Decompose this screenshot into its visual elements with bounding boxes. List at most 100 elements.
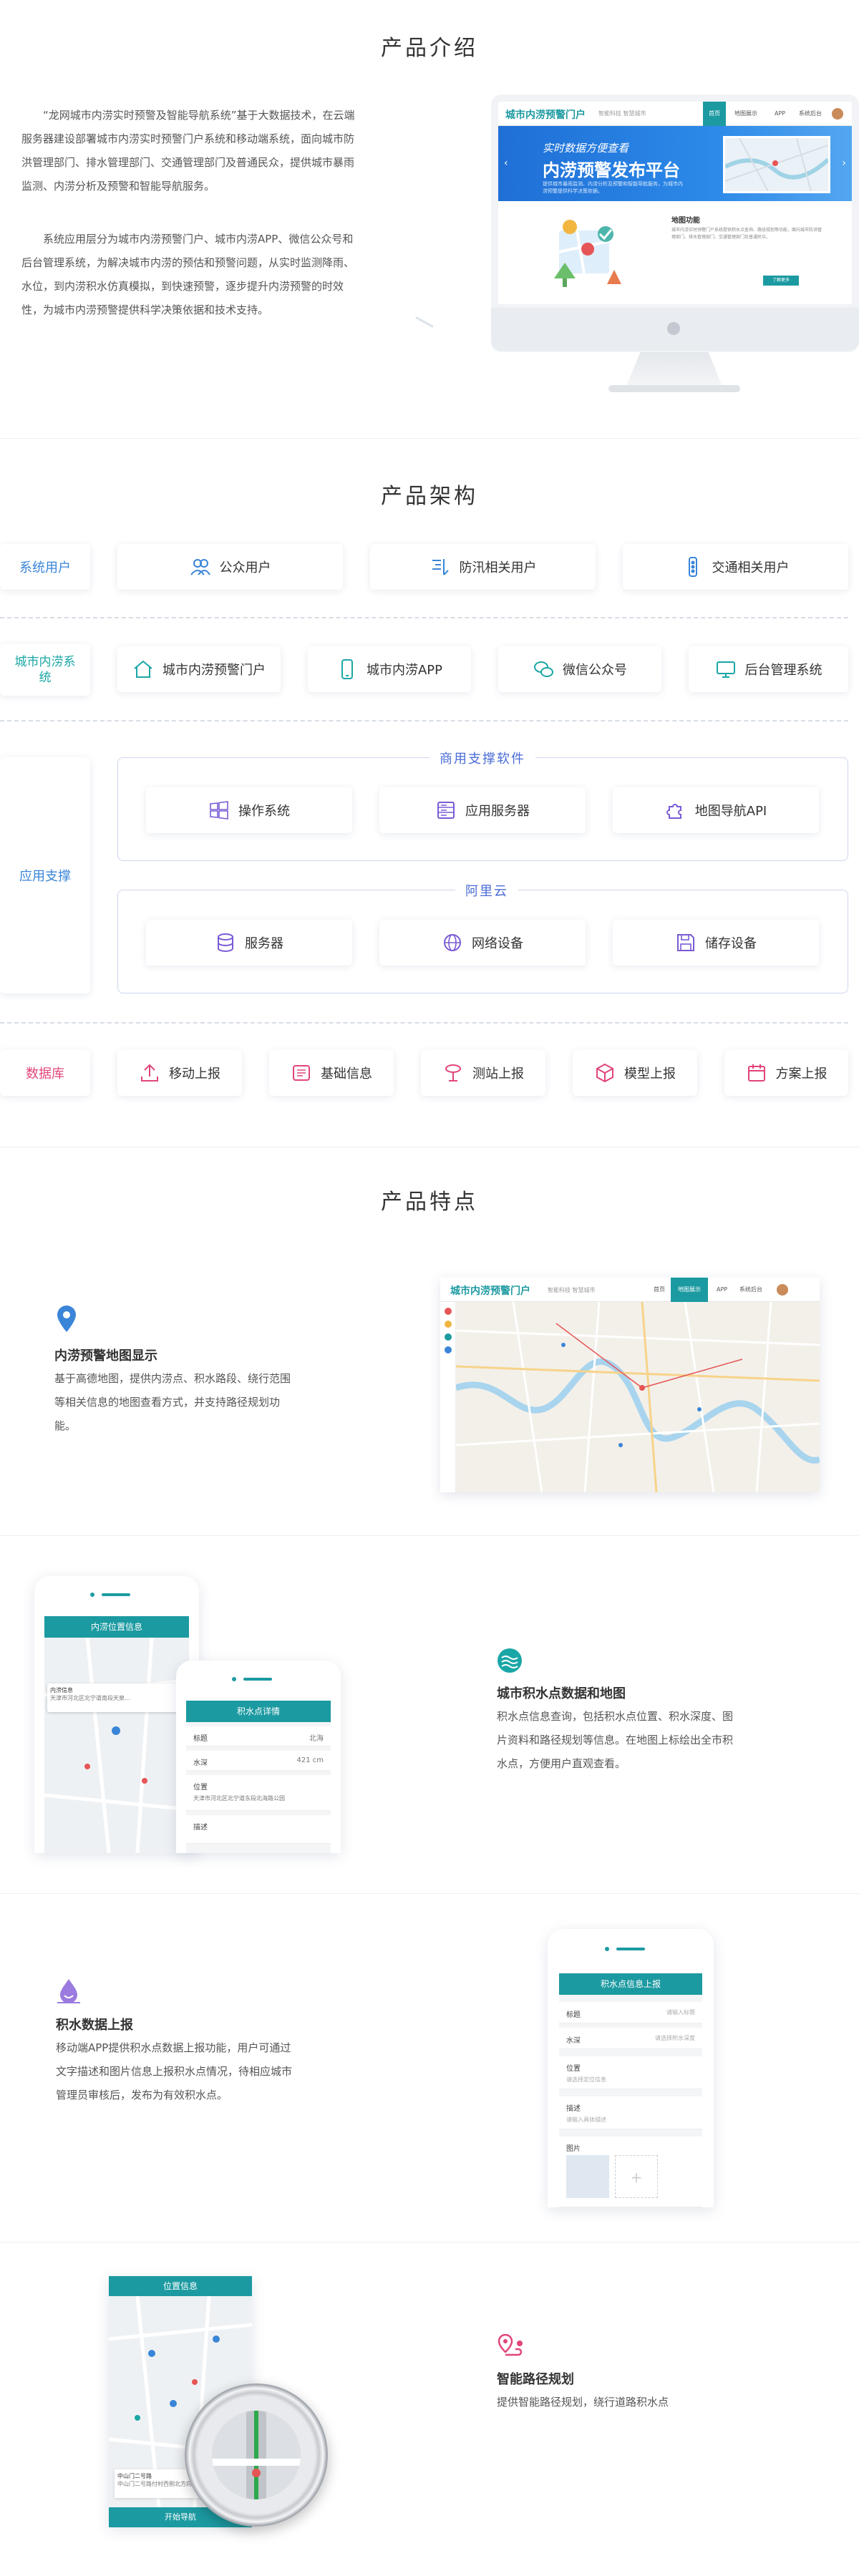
- arch-portal-label: 城市内涝预警门户: [162, 663, 266, 678]
- p2-row-desc: 描述: [186, 1815, 331, 1844]
- dashed-divider: [0, 1022, 848, 1024]
- arch-mobile-report-label: 移动上报: [169, 1066, 220, 1082]
- city-map[interactable]: [456, 1302, 820, 1492]
- arch-plan-report: 方案上报: [724, 1050, 848, 1096]
- arch-model-report: 模型上报: [573, 1050, 697, 1096]
- portal-nav-app[interactable]: APP: [769, 102, 791, 126]
- p2-row-desc-label: 描述: [193, 1824, 208, 1832]
- arch-public-users: 公众用户: [117, 544, 343, 590]
- map-nav-home[interactable]: 首页: [648, 1278, 671, 1302]
- map-toolbar: [440, 1302, 456, 1492]
- phone-camera: [605, 1947, 609, 1951]
- arch-app: 城市内涝APP: [308, 646, 471, 692]
- wechat-icon: [534, 661, 553, 677]
- arch-plan-report-label: 方案上报: [775, 1066, 828, 1082]
- p3-row-title-label: 标题: [566, 2011, 581, 2019]
- portal-nav-map[interactable]: 地图展示: [729, 102, 763, 126]
- globe-icon: [444, 934, 461, 951]
- calendar-icon: [747, 1064, 765, 1082]
- phone-3: 积水点信息上报 标题 请输入标题 水深 请选择积水深度 位置 请选择定位信息 描…: [548, 1929, 714, 2207]
- portal-logo: 城市内涝预警门户: [505, 110, 586, 121]
- row-label-system-users: 系统用户: [0, 544, 90, 590]
- upload-icon: [141, 1064, 158, 1082]
- avatar[interactable]: [832, 108, 843, 120]
- phone-speaker: [102, 1593, 130, 1596]
- p3-row-location-label: 位置: [566, 2065, 581, 2073]
- p3-row-depth-label: 水深: [566, 2037, 581, 2045]
- arch-traffic-users-label: 交通相关用户: [712, 560, 790, 575]
- p3-row-image-label: 图片: [566, 2145, 581, 2153]
- p3-row-title-placeholder: 请输入标题: [666, 2009, 695, 2016]
- arch-traffic-users: 交通相关用户: [623, 544, 848, 590]
- phone-2: 积水点详情 标题 北海 水深 421 cm 位置 天津市河北区北宁道东段北海路公…: [176, 1661, 341, 1853]
- p3-row-desc[interactable]: 描述 请输入具体描述: [559, 2096, 702, 2129]
- arch-server: 服务器: [146, 920, 352, 966]
- tool-pin-icon[interactable]: [445, 1308, 452, 1315]
- banner-prev-icon[interactable]: ‹: [504, 157, 508, 169]
- phone-1-info-card[interactable]: 内涝信息 天津市河北区北宁道南段天泉...: [47, 1683, 183, 1712]
- phone-1-map[interactable]: [44, 1638, 189, 1853]
- phone-2-header: 积水点详情: [186, 1701, 331, 1722]
- decor-line-icon: [415, 316, 434, 328]
- arch-app-label: 城市内涝APP: [366, 663, 443, 678]
- banner-next-icon[interactable]: ›: [842, 157, 846, 169]
- learn-more-button[interactable]: 了解更多: [763, 276, 799, 286]
- tool-warning-icon[interactable]: [445, 1321, 452, 1328]
- phone-speaker: [243, 1678, 272, 1681]
- p2-row-title: 标题 北海: [186, 1726, 331, 1746]
- p2-row-depth: 水深 421 cm: [186, 1751, 331, 1771]
- arch-mobile-report: 移动上报: [117, 1050, 242, 1096]
- tool-route-icon[interactable]: [445, 1346, 452, 1353]
- p3-row-title[interactable]: 标题 请输入标题: [559, 2002, 702, 2023]
- map-nav-map[interactable]: 地图展示: [671, 1278, 708, 1302]
- mobile-phone-icon: [341, 659, 353, 679]
- arch-flood-users-label: 防汛相关用户: [459, 560, 537, 575]
- p3-row-image[interactable]: 图片 +: [559, 2137, 702, 2207]
- monitor-stand: [626, 352, 723, 388]
- arch-os-label: 操作系统: [238, 804, 290, 819]
- phone-1: 内涝位置信息 内涝信息 天津市河北区北宁道南段天泉...: [34, 1576, 199, 1853]
- map-nav-admin[interactable]: 系统后台: [734, 1278, 768, 1302]
- p3-row-depth[interactable]: 水深 请选择积水深度: [559, 2028, 702, 2049]
- water-wave-icon: [498, 1648, 522, 1673]
- p3-row-location-placeholder: 请选择定位信息: [566, 2076, 606, 2083]
- arch-network-label: 网络设备: [472, 936, 523, 951]
- water-drop-icon: [57, 1979, 80, 2003]
- phone-1-card-title: 内涝信息: [50, 1687, 73, 1693]
- p2-row-depth-label: 水深: [193, 1759, 208, 1767]
- arch-model-report-label: 模型上报: [624, 1066, 676, 1082]
- p3-row-location[interactable]: 位置 请选择定位信息: [559, 2056, 702, 2089]
- arch-app-server-label: 应用服务器: [465, 804, 530, 819]
- info-card-icon: [293, 1065, 310, 1081]
- banner-map-thumbnail: [723, 136, 830, 193]
- portal-nav-home[interactable]: 首页: [703, 102, 726, 126]
- portal-nav-admin[interactable]: 系统后台: [793, 102, 828, 126]
- feature-4-title: 智能路径规划: [497, 2372, 574, 2387]
- phone-speaker: [616, 1948, 645, 1950]
- map-nav-app[interactable]: APP: [711, 1278, 733, 1302]
- divider: [0, 1535, 859, 1536]
- p2-row-depth-value: 421 cm: [296, 1756, 324, 1764]
- arch-map-api-label: 地图导航API: [694, 804, 767, 819]
- arch-station-report: 测站上报: [421, 1050, 545, 1096]
- avatar[interactable]: [777, 1284, 788, 1296]
- dashed-divider: [0, 720, 848, 721]
- p3-image-thumbnail[interactable]: [566, 2155, 609, 2198]
- arch-flood-users: 防汛相关用户: [370, 544, 596, 590]
- p2-row-location-value: 天津市河北区北宁道东段北海路公园: [193, 1795, 285, 1802]
- route-icon: [498, 2333, 523, 2356]
- monitor-power-button: [667, 322, 680, 335]
- portal-subtitle: 智能科技 智慧城市: [598, 110, 646, 117]
- tool-layer-icon[interactable]: [445, 1333, 452, 1341]
- arch-wechat-label: 微信公众号: [563, 663, 627, 678]
- phone-camera: [232, 1677, 236, 1681]
- windows-icon: [210, 801, 228, 820]
- add-image-icon[interactable]: +: [615, 2155, 658, 2198]
- arch-portal: 城市内涝预警门户: [117, 646, 281, 692]
- magnifier-lens: [185, 2383, 328, 2527]
- arch-server-label: 服务器: [245, 936, 283, 951]
- feature-3-title: 积水数据上报: [56, 2018, 133, 2033]
- intro-paragraph-2: 系统应用层分为城市内涝预警门户、城市内涝APP、微信公众号和后台管理系统，为解决…: [21, 233, 355, 316]
- group-commercial-software-title: 商用支撑软件: [430, 749, 535, 767]
- location-pin-icon: [57, 1306, 76, 1332]
